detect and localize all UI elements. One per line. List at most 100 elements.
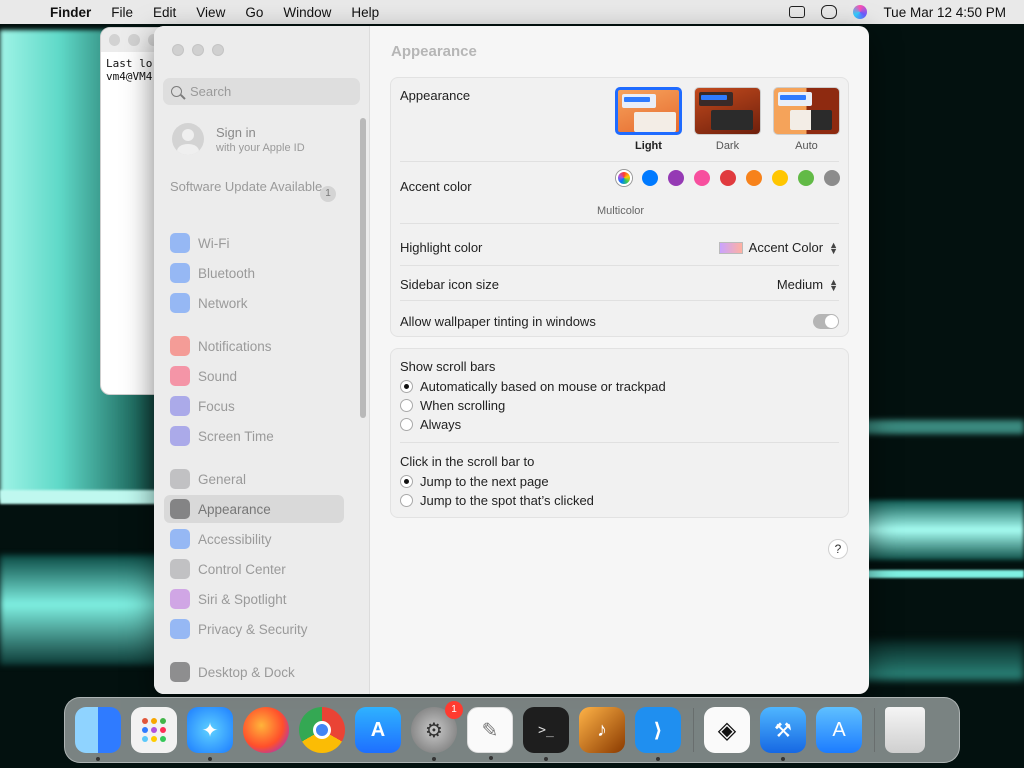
sidebar-item-focus[interactable]: Focus	[164, 392, 344, 420]
menu-finder[interactable]: Finder	[44, 5, 101, 20]
screen-time-icon	[170, 426, 190, 446]
sidebar-item-label: Notifications	[198, 338, 272, 354]
sidebar-item-desktop-dock[interactable]: Desktop & Dock	[164, 658, 344, 686]
simulator-icon[interactable]: A	[816, 707, 862, 753]
sidebar-item-bluetooth[interactable]: Bluetooth	[164, 259, 344, 287]
sidebar-item-wi-fi[interactable]: Wi-Fi	[164, 229, 344, 257]
screen-mirroring-icon[interactable]	[789, 6, 806, 18]
radio-button[interactable]	[400, 475, 413, 488]
accent-swatch-5[interactable]	[772, 170, 788, 186]
app-store-icon[interactable]: A	[355, 707, 401, 753]
sidebar-item-accessibility[interactable]: Accessibility	[164, 525, 344, 553]
scroll-option-auto[interactable]: Automatically based on mouse or trackpad	[400, 379, 839, 394]
highlight-color-popup[interactable]: Accent Color ▲ ▼	[718, 239, 838, 256]
firefox-icon[interactable]	[243, 707, 289, 753]
close-button[interactable]	[172, 44, 184, 56]
control-center-icon[interactable]	[821, 5, 838, 19]
mode-auto[interactable]: Auto	[773, 87, 840, 152]
terminal-titlebar[interactable]	[101, 28, 159, 52]
light-mode-thumbnail	[615, 87, 682, 135]
sidebar-item-control-center[interactable]: Control Center	[164, 555, 344, 583]
apple-id-signin[interactable]: Sign in with your Apple ID	[172, 123, 305, 155]
accent-swatch-6[interactable]	[798, 170, 814, 186]
bluetooth-icon	[170, 263, 190, 283]
sidebar-item-sound[interactable]: Sound	[164, 362, 344, 390]
finder-icon[interactable]	[75, 707, 121, 761]
accent-swatch-7[interactable]	[824, 170, 840, 186]
accent-swatch-0[interactable]	[642, 170, 658, 186]
search-field[interactable]: Search	[163, 78, 360, 105]
close-button[interactable]	[109, 34, 121, 46]
xcode-icon[interactable]: ⚒	[760, 707, 806, 761]
sidebar-item-label: Bluetooth	[198, 265, 256, 281]
help-button[interactable]: ?	[828, 539, 848, 559]
sidebar-scrollbar[interactable]	[360, 118, 366, 418]
siri-icon[interactable]	[853, 5, 868, 19]
control-center-icon	[170, 559, 190, 579]
sidebar-item-general[interactable]: General	[164, 465, 344, 493]
safari-icon[interactable]: ✦	[187, 707, 233, 761]
sidebar-item-screen-time[interactable]: Screen Time	[164, 422, 344, 450]
minimize-button[interactable]	[192, 44, 204, 56]
sidebar-item-label: Wi-Fi	[198, 235, 230, 251]
click-option-spot[interactable]: Jump to the spot that’s clicked	[400, 493, 839, 508]
radio-button[interactable]	[400, 494, 413, 507]
launchpad-icon[interactable]	[131, 707, 177, 753]
zoom-button[interactable]	[212, 44, 224, 56]
notifications-icon	[170, 336, 190, 356]
sidebar-item-siri-spotlight[interactable]: Siri & Spotlight	[164, 585, 344, 613]
radio-button[interactable]	[400, 418, 413, 431]
garageband-icon[interactable]: ♪	[579, 707, 625, 753]
menu-file[interactable]: File	[101, 5, 143, 20]
trash-icon[interactable]	[885, 707, 925, 753]
sidebar-item-label: General	[198, 471, 247, 487]
sidebar-item-privacy-security[interactable]: Privacy & Security	[164, 615, 344, 643]
menu-go[interactable]: Go	[235, 5, 273, 20]
sidebar-item-label: Accessibility	[198, 531, 272, 547]
minimize-button[interactable]	[128, 34, 140, 46]
accent-swatch-2[interactable]	[694, 170, 710, 186]
notification-badge: 1	[445, 701, 463, 719]
menu-window[interactable]: Window	[273, 5, 341, 20]
parallels-icon[interactable]: ◈	[704, 707, 750, 753]
accent-swatch-3[interactable]	[720, 170, 736, 186]
privacy-icon	[170, 619, 190, 639]
textedit-icon[interactable]: ✎	[467, 707, 513, 760]
sidebar-item-network[interactable]: Network	[164, 289, 344, 317]
chrome-icon[interactable]	[299, 707, 345, 753]
sidebar-item-label: Control Center	[198, 561, 286, 577]
sidebar-item-notifications[interactable]: Notifications	[164, 332, 344, 360]
software-update-item[interactable]: Software Update Available	[170, 179, 340, 195]
mode-dark[interactable]: Dark	[694, 87, 761, 152]
accent-swatch-4[interactable]	[746, 170, 762, 186]
scroll-option-always[interactable]: Always	[400, 417, 839, 432]
mode-light[interactable]: Light	[615, 87, 682, 152]
accessibility-icon	[170, 529, 190, 549]
menu-help[interactable]: Help	[341, 5, 389, 20]
stepper-icon: ▲ ▼	[829, 239, 838, 256]
search-icon	[171, 86, 182, 97]
accent-multicolor-swatch[interactable]	[616, 170, 632, 186]
icon-size-popup[interactable]: Medium ▲ ▼	[777, 277, 838, 292]
sound-icon	[170, 366, 190, 386]
radio-button[interactable]	[400, 399, 413, 412]
tinting-toggle[interactable]	[813, 314, 839, 329]
menu-view[interactable]: View	[186, 5, 235, 20]
terminal-window[interactable]: Last lo vm4@VM4	[100, 27, 160, 395]
sidebar-item-label: Desktop & Dock	[198, 664, 295, 680]
radio-button[interactable]	[400, 380, 413, 393]
terminal-icon[interactable]: >_	[523, 707, 569, 761]
vscode-icon[interactable]: ⟩	[635, 707, 681, 761]
terminal-output: Last lo vm4@VM4	[106, 57, 153, 83]
click-option-next-page[interactable]: Jump to the next page	[400, 474, 839, 489]
window-controls	[172, 44, 224, 56]
menubar-clock[interactable]: Tue Mar 12 4:50 PM	[883, 5, 1006, 20]
sidebar-item-appearance[interactable]: Appearance	[164, 495, 344, 523]
dock-separator	[693, 708, 694, 752]
focus-icon	[170, 396, 190, 416]
highlight-swatch	[718, 241, 743, 254]
menu-edit[interactable]: Edit	[143, 5, 186, 20]
scroll-option-when-scrolling[interactable]: When scrolling	[400, 398, 839, 413]
accent-swatch-1[interactable]	[668, 170, 684, 186]
system-settings-icon[interactable]: ⚙ 1	[411, 701, 463, 761]
